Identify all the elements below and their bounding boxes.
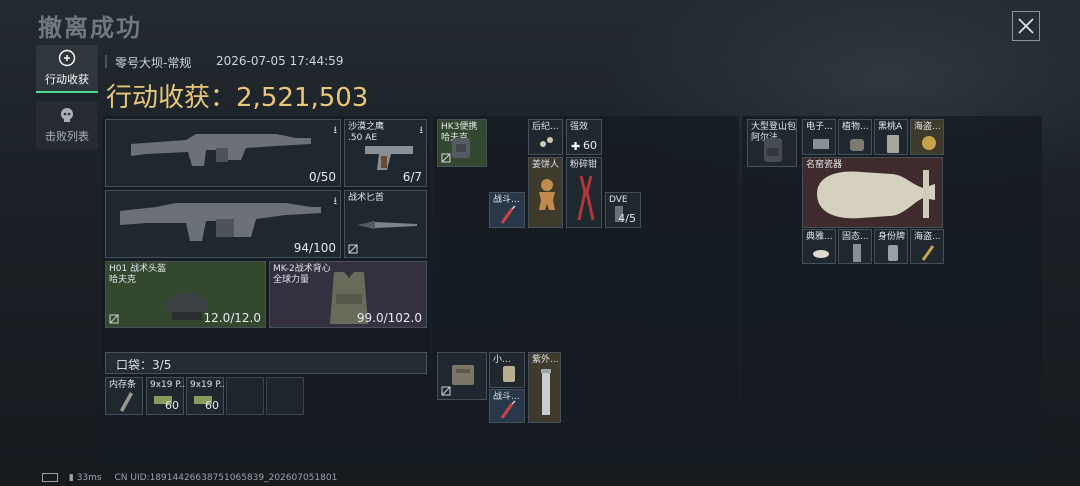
item-slot[interactable]: 典雅... bbox=[802, 229, 836, 264]
plus-icon: ✚ bbox=[571, 140, 581, 153]
knife-icon bbox=[357, 221, 417, 229]
item-slot[interactable]: 后纪... bbox=[528, 119, 563, 155]
syringe-icon bbox=[500, 205, 516, 224]
vest-slot[interactable]: MK-2战术背心 全球力量 99.0/102.0 bbox=[269, 261, 427, 328]
vest-name: MK-2战术背心 全球力量 bbox=[273, 264, 331, 285]
item-slot[interactable]: 战斗... bbox=[489, 192, 525, 228]
item-slot[interactable]: 身份牌 bbox=[874, 229, 908, 264]
pocket-item[interactable]: 内存条 bbox=[105, 377, 143, 415]
info-separator bbox=[105, 55, 107, 68]
pocket-header: 口袋：3/5 bbox=[105, 352, 427, 374]
knife-name: 战术匕首 bbox=[348, 193, 385, 203]
item-slot[interactable]: 强效 ✚ 60 bbox=[566, 119, 602, 155]
rifle-icon bbox=[131, 134, 311, 166]
pliers-icon bbox=[577, 175, 595, 221]
pocket-item[interactable]: 9x19 P... 60 bbox=[186, 377, 228, 415]
pocket-empty-slot[interactable] bbox=[226, 377, 264, 415]
card-icon bbox=[503, 366, 515, 382]
dogtag-icon bbox=[888, 245, 898, 261]
uv-lamp-icon bbox=[541, 369, 551, 415]
electronics-icon bbox=[813, 139, 829, 149]
lock-icon bbox=[441, 386, 451, 396]
secondary-ammo: 94/100 bbox=[293, 241, 336, 255]
pistol-icon bbox=[365, 146, 413, 170]
item-slot[interactable]: 粉碎钳 bbox=[566, 157, 602, 228]
rig-slot[interactable] bbox=[437, 352, 487, 400]
dagger-icon bbox=[921, 245, 935, 261]
item-slot[interactable]: 海盗... bbox=[910, 229, 944, 264]
signal-icon: ▮ bbox=[68, 473, 74, 483]
jar-icon bbox=[850, 139, 864, 151]
secondary-weapon-slot[interactable]: ⭳ 94/100 bbox=[105, 190, 341, 258]
rig-icon bbox=[452, 365, 474, 385]
item-slot[interactable]: 海盗... bbox=[910, 119, 944, 155]
item-slot[interactable]: 植物... bbox=[838, 119, 872, 155]
tab-kills-label: 击败列表 bbox=[45, 130, 89, 143]
ping: 33ms bbox=[76, 473, 102, 483]
uid: CN UID:18914426638751065839_202607051801 bbox=[114, 473, 338, 483]
download-icon: ⭳ bbox=[419, 125, 424, 136]
pocket-empty-slot[interactable] bbox=[266, 377, 304, 415]
item-icon bbox=[540, 137, 553, 147]
skull-icon bbox=[61, 108, 73, 122]
vase-icon bbox=[817, 170, 935, 219]
backpack-icon bbox=[764, 138, 782, 162]
knife-slot[interactable]: 战术匕首 bbox=[344, 190, 427, 258]
lock-icon bbox=[109, 314, 119, 324]
haul-value-line: 行动收获：2,521,503 bbox=[106, 77, 368, 114]
ssd-icon bbox=[853, 244, 861, 262]
download-icon: ⭳ bbox=[333, 196, 338, 207]
lock-icon bbox=[441, 153, 451, 163]
syringe-icon bbox=[500, 400, 516, 419]
helmet-name: H01 战术头盔 哈夫克 bbox=[109, 264, 167, 285]
helmet-durability: 12.0/12.0 bbox=[203, 311, 261, 325]
haul-icon bbox=[58, 49, 76, 67]
pistol-slot[interactable]: 沙漠之鹰 .50 AE ⭳ 6/7 bbox=[344, 119, 427, 187]
pistol-name: 沙漠之鹰 .50 AE bbox=[348, 122, 385, 143]
backpack-icon bbox=[452, 138, 470, 158]
item-slot[interactable]: DVE 4/5 bbox=[605, 192, 641, 228]
tab-haul-label: 行动收获 bbox=[45, 73, 89, 86]
page-title: 撤离成功 bbox=[38, 14, 142, 42]
item-slot[interactable]: 姜饼人 bbox=[528, 157, 563, 228]
item-slot[interactable]: 固态... bbox=[838, 229, 872, 264]
helmet-slot[interactable]: H01 战术头盔 哈夫克 12.0/12.0 bbox=[105, 261, 266, 328]
lock-icon bbox=[348, 244, 358, 254]
pistol-ammo: 6/7 bbox=[402, 170, 422, 184]
cup-icon bbox=[813, 250, 829, 258]
tab-haul[interactable]: 行动收获 bbox=[36, 45, 98, 93]
battery-icon bbox=[42, 473, 58, 482]
tab-kills[interactable]: 击败列表 bbox=[36, 101, 98, 149]
primary-ammo: 0/50 bbox=[309, 170, 336, 184]
primary-weapon-slot[interactable]: ⭳ 0/50 bbox=[105, 119, 341, 187]
item-slot[interactable]: 战斗... bbox=[489, 389, 525, 423]
item-slot[interactable]: 黑桃A bbox=[874, 119, 908, 155]
haul-label: 行动收获： bbox=[106, 83, 237, 113]
item-slot[interactable]: 小... bbox=[489, 352, 525, 388]
gingerbread-icon bbox=[539, 179, 555, 210]
download-icon: ⭳ bbox=[333, 125, 338, 136]
bag-slot[interactable]: 大型登山包 阿尔法 bbox=[747, 119, 797, 167]
vase-slot[interactable]: 名窑瓷器 bbox=[802, 157, 943, 228]
item-slot[interactable]: 电子... bbox=[802, 119, 836, 155]
close-icon bbox=[1018, 18, 1034, 34]
backpack-slot[interactable]: HK3便携 哈夫克 bbox=[437, 119, 487, 167]
close-button[interactable] bbox=[1012, 11, 1040, 41]
vest-durability: 99.0/102.0 bbox=[356, 311, 422, 325]
coin-icon bbox=[922, 136, 936, 150]
haul-value: 2,521,503 bbox=[236, 83, 369, 113]
status-bar: ▮ 33ms CN UID:18914426638751065839_20260… bbox=[42, 473, 337, 483]
memory-icon bbox=[120, 392, 133, 412]
timestamp: 2026-07-05 17:44:59 bbox=[216, 54, 344, 68]
item-slot[interactable]: 紫外... bbox=[528, 352, 561, 423]
map-info: 零号大坝-常规 bbox=[115, 56, 192, 70]
card-icon bbox=[887, 135, 899, 153]
pocket-item[interactable]: 9x19 P... 60 bbox=[146, 377, 188, 415]
